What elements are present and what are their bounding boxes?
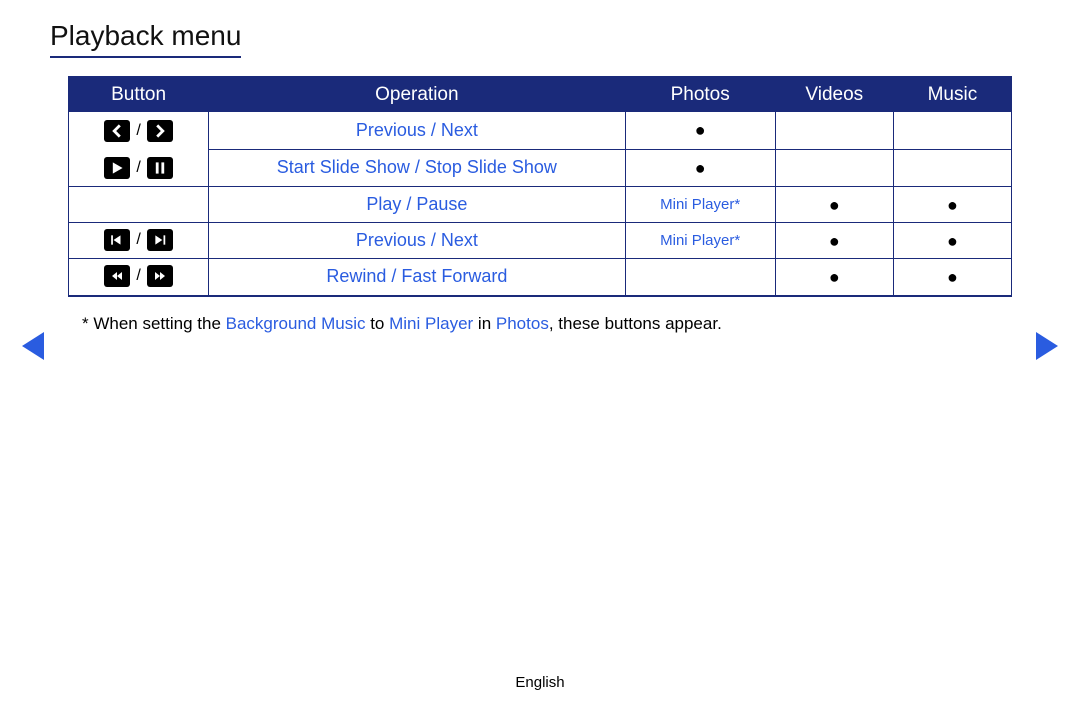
button-cell: / [69, 223, 209, 259]
operation-cell: Start Slide Show / Stop Slide Show [209, 149, 625, 186]
videos-cell: ● [775, 187, 893, 223]
footnote-text: to [365, 314, 389, 333]
videos-cell: ● [775, 223, 893, 259]
slash: / [134, 159, 142, 177]
photos-cell: Mini Player* [625, 223, 775, 259]
fast-forward-icon [147, 265, 173, 287]
header-operation: Operation [209, 78, 625, 112]
operation-cell: Previous / Next [209, 223, 625, 259]
playback-table: Button Operation Photos Videos Music / [68, 76, 1012, 297]
nav-prev-button[interactable] [22, 332, 44, 360]
photos-cell: ● [625, 112, 775, 149]
music-cell: ● [893, 259, 1011, 295]
table-row: Start Slide Show / Stop Slide Show ● [69, 149, 1012, 186]
photos-cell: ● [625, 149, 775, 186]
skip-next-icon [147, 229, 173, 251]
arrow-left-icon [104, 120, 130, 142]
footnote-text: * When setting the [82, 314, 226, 333]
pause-icon [147, 157, 173, 179]
table-row: Play / Pause Mini Player* ● ● [69, 187, 1012, 223]
button-cell: / / [69, 112, 209, 187]
triangle-right-icon [1036, 332, 1058, 360]
skip-prev-icon [104, 229, 130, 251]
link-photos[interactable]: Photos [496, 314, 549, 333]
music-cell [893, 149, 1011, 186]
videos-cell [775, 112, 893, 149]
footnote: * When setting the Background Music to M… [82, 311, 1012, 337]
operation-cell: Previous / Next [209, 112, 625, 149]
button-cell: / [69, 259, 209, 295]
photos-cell [625, 259, 775, 295]
operation-cell: Play / Pause [209, 187, 625, 223]
music-cell: ● [893, 187, 1011, 223]
videos-cell: ● [775, 259, 893, 295]
table-row: / Previous / Next Mini Player* ● ● [69, 223, 1012, 259]
header-videos: Videos [775, 78, 893, 112]
table-header-row: Button Operation Photos Videos Music [69, 78, 1012, 112]
slash: / [134, 267, 142, 285]
videos-cell [775, 149, 893, 186]
arrow-right-icon [147, 120, 173, 142]
music-cell: ● [893, 223, 1011, 259]
operation-cell: Rewind / Fast Forward [209, 259, 625, 295]
slash: / [134, 122, 142, 140]
play-icon [104, 157, 130, 179]
rewind-icon [104, 265, 130, 287]
table-row: / / Previous / Next ● [69, 112, 1012, 149]
slash: / [134, 231, 142, 249]
header-photos: Photos [625, 78, 775, 112]
photos-cell: Mini Player* [625, 187, 775, 223]
footnote-text: in [473, 314, 496, 333]
page-title: Playback menu [50, 20, 241, 58]
header-music: Music [893, 78, 1011, 112]
link-background-music[interactable]: Background Music [226, 314, 366, 333]
button-cell [69, 187, 209, 223]
link-mini-player[interactable]: Mini Player [389, 314, 473, 333]
footnote-text: , these buttons appear. [549, 314, 722, 333]
music-cell [893, 112, 1011, 149]
triangle-left-icon [22, 332, 44, 360]
table-row: / Rewind / Fast Forward ● ● [69, 259, 1012, 295]
header-button: Button [69, 78, 209, 112]
nav-next-button[interactable] [1036, 332, 1058, 360]
footer-language: English [0, 674, 1080, 691]
